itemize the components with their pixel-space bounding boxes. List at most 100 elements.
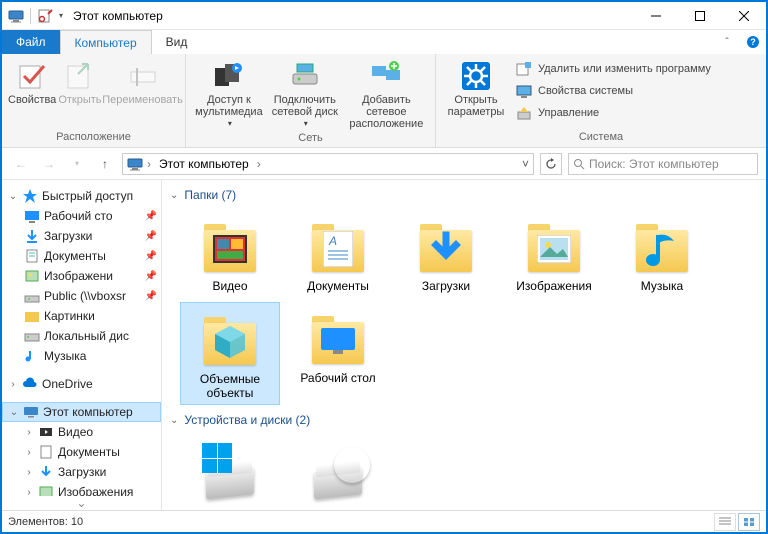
tree-video[interactable]: ›Видео <box>2 422 161 442</box>
properties-icon[interactable] <box>37 8 53 24</box>
address-bar-row: ← → ▾ ↑ › Этот компьютер › ˅ Поиск: Этот… <box>2 148 766 180</box>
section-drives[interactable]: ⌄Устройства и диски (2) <box>162 405 766 431</box>
help-button[interactable]: ? <box>740 30 766 54</box>
tree-pictures2[interactable]: Картинки <box>2 306 161 326</box>
system-properties-button[interactable]: Свойства системы <box>512 80 715 102</box>
view-icons-button[interactable] <box>738 513 760 531</box>
window-title: Этот компьютер <box>73 9 163 23</box>
drive-local[interactable] <box>180 435 280 507</box>
folder-downloads[interactable]: Загрузки <box>396 210 496 298</box>
search-icon <box>573 158 585 170</box>
chevron-down-icon: ▾ <box>304 120 308 129</box>
pin-icon: 📌 <box>145 291 157 302</box>
system-props-icon <box>516 83 532 99</box>
gear-icon <box>460 60 492 92</box>
tab-computer[interactable]: Компьютер <box>60 30 152 54</box>
checkmark-icon <box>16 60 48 92</box>
tree-pictures[interactable]: Изображени📌 <box>2 266 161 286</box>
up-button[interactable]: ↑ <box>94 153 116 175</box>
status-count: Элементов: 10 <box>8 516 83 528</box>
tree-localdisk[interactable]: Локальный дис <box>2 326 161 346</box>
properties-button[interactable]: Свойства <box>8 58 56 106</box>
ribbon-collapse-button[interactable]: ˆ <box>714 30 740 54</box>
tab-view[interactable]: Вид <box>152 30 202 54</box>
drives-grid <box>162 431 766 507</box>
tree-music[interactable]: Музыка <box>2 346 161 366</box>
tree-this-pc[interactable]: ⌄Этот компьютер <box>2 402 161 422</box>
group-label-location: Расположение <box>2 129 185 147</box>
group-label-network: Сеть <box>186 130 435 148</box>
chevron-down-icon: ⌄ <box>170 190 178 201</box>
maximize-button[interactable] <box>678 2 722 30</box>
group-label-system: Система <box>436 129 766 147</box>
open-icon <box>64 60 96 92</box>
manage-icon <box>516 105 532 121</box>
folder-pictures[interactable]: Изображения <box>504 210 604 298</box>
section-folders[interactable]: ⌄Папки (7) <box>162 180 766 206</box>
open-settings-button[interactable]: Открыть параметры <box>442 58 510 118</box>
qat-dropdown-icon[interactable]: ▾ <box>59 11 63 20</box>
close-button[interactable] <box>722 2 766 30</box>
explorer-window: ▾ Этот компьютер Файл Компьютер Вид ˆ ? … <box>2 2 766 532</box>
crumb-root[interactable]: Этот компьютер <box>155 157 253 171</box>
tree-public[interactable]: Public (\\vboxsr📌 <box>2 286 161 306</box>
folder-documents[interactable]: AДокументы <box>288 210 388 298</box>
breadcrumb[interactable]: › Этот компьютер › ˅ <box>122 153 534 175</box>
tree-documents[interactable]: Документы📌 <box>2 246 161 266</box>
network-drive-icon <box>289 60 321 92</box>
chevron-right-icon[interactable]: › <box>147 157 151 171</box>
folders-grid: Видео AДокументы Загрузки Изображения Му… <box>162 206 766 405</box>
map-drive-button[interactable]: Подключить сетевой диск▾ <box>268 58 342 129</box>
divider <box>30 8 31 24</box>
search-input[interactable]: Поиск: Этот компьютер <box>568 153 758 175</box>
tree-quick-access[interactable]: ⌄Быстрый доступ <box>2 186 161 206</box>
pin-icon: 📌 <box>145 231 157 242</box>
ribbon-tabs: Файл Компьютер Вид ˆ ? <box>2 30 766 54</box>
titlebar: ▾ Этот компьютер <box>2 2 766 30</box>
chevron-down-icon[interactable]: ˅ <box>522 157 529 171</box>
window-controls <box>634 2 766 30</box>
recent-dropdown[interactable]: ▾ <box>66 153 88 175</box>
tree-downloads2[interactable]: ›Загрузки <box>2 462 161 482</box>
rename-icon <box>127 60 159 92</box>
content-pane[interactable]: ⌄Папки (7) Видео AДокументы Загрузки Изо… <box>162 180 766 510</box>
chevron-right-icon[interactable]: › <box>257 157 261 171</box>
tree-downloads[interactable]: Загрузки📌 <box>2 226 161 246</box>
forward-button[interactable]: → <box>38 153 60 175</box>
svg-text:?: ? <box>750 37 756 47</box>
pin-icon: 📌 <box>145 211 157 222</box>
ribbon: Свойства Открыть Переименовать Расположе… <box>2 54 766 148</box>
uninstall-button[interactable]: Удалить или изменить программу <box>512 58 715 80</box>
tree-desktop[interactable]: Рабочий сто📌 <box>2 206 161 226</box>
chevron-down-icon: ▾ <box>228 120 232 129</box>
manage-button[interactable]: Управление <box>512 102 715 124</box>
body: ⌄Быстрый доступ Рабочий сто📌 Загрузки📌 Д… <box>2 180 766 510</box>
back-button[interactable]: ← <box>10 153 32 175</box>
quick-access-toolbar: ▾ <box>2 8 63 24</box>
folder-desktop[interactable]: Рабочий стол <box>288 302 388 406</box>
media-access-button[interactable]: Доступ к мультимедиа▾ <box>192 58 266 129</box>
svg-text:A: A <box>328 234 337 248</box>
folder-music[interactable]: Музыка <box>612 210 712 298</box>
tree-overflow-icon[interactable]: ⌄ <box>2 496 161 510</box>
add-network-icon <box>370 60 402 92</box>
folder-video[interactable]: Видео <box>180 210 280 298</box>
tree-onedrive[interactable]: ›OneDrive <box>2 374 161 394</box>
pc-icon <box>8 8 24 24</box>
chevron-down-icon: ⌄ <box>170 415 178 426</box>
pin-icon: 📌 <box>145 271 157 282</box>
tree-docs2[interactable]: ›Документы <box>2 442 161 462</box>
view-details-button[interactable] <box>714 513 736 531</box>
folder-3d-objects[interactable]: Объемные объекты <box>180 302 280 406</box>
drive-cd[interactable] <box>288 435 388 507</box>
open-button: Открыть <box>58 58 101 106</box>
tab-file[interactable]: Файл <box>2 30 60 54</box>
statusbar: Элементов: 10 <box>2 510 766 532</box>
nav-tree[interactable]: ⌄Быстрый доступ Рабочий сто📌 Загрузки📌 Д… <box>2 180 162 510</box>
rename-button: Переименовать <box>104 58 182 106</box>
minimize-button[interactable] <box>634 2 678 30</box>
refresh-button[interactable] <box>540 153 562 175</box>
uninstall-icon <box>516 61 532 77</box>
add-network-button[interactable]: Добавить сетевое расположение <box>344 58 429 130</box>
pin-icon: 📌 <box>145 251 157 262</box>
